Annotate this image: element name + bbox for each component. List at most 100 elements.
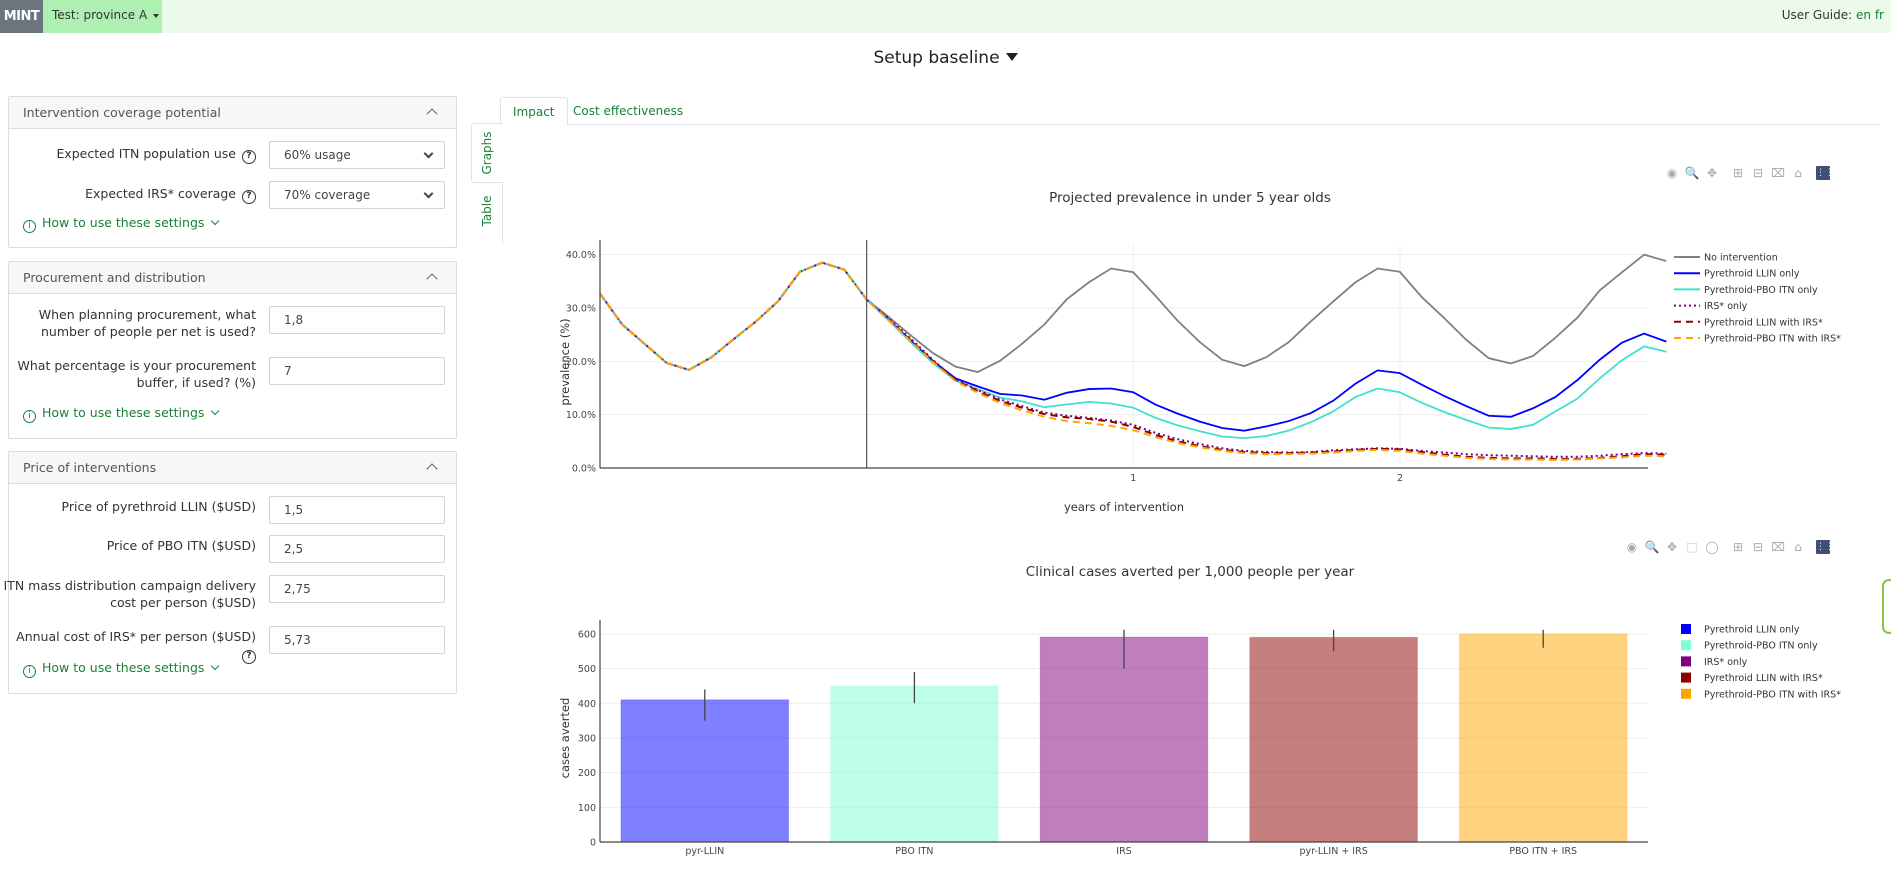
legend-item: IRS* only <box>1704 657 1748 668</box>
x-tick-label: PBO ITN <box>895 846 933 857</box>
irs-cost-input[interactable]: 5,73 <box>269 626 445 654</box>
itn-use-select[interactable]: 60% usage <box>269 141 445 169</box>
field-label: Annual cost of IRS* per person ($USD)? <box>16 628 256 664</box>
camera-icon[interactable]: ◉ <box>1664 165 1680 181</box>
x-tick-label: IRS <box>1116 846 1131 857</box>
result-tabs: Impact Cost effectiveness <box>500 97 1880 126</box>
series-line <box>599 261 1667 460</box>
legend-swatch <box>1681 656 1691 667</box>
irs-coverage-select[interactable]: 70% coverage <box>269 181 445 209</box>
procurement-buffer-input[interactable]: 7 <box>269 357 445 385</box>
legend-swatch <box>1681 688 1691 699</box>
reset-axes-icon[interactable]: ⌂ <box>1790 165 1806 181</box>
how-to-label: How to use these settings <box>42 215 205 230</box>
autoscale-icon[interactable]: ⌧ <box>1770 539 1786 555</box>
series-line <box>599 261 1667 462</box>
how-to-use-toggle[interactable]: i How to use these settings <box>23 405 220 423</box>
tab-cost-effectiveness[interactable]: Cost effectiveness <box>561 97 695 126</box>
tab-graphs[interactable]: Graphs <box>471 123 503 183</box>
y-tick-label: 20.0% <box>566 357 596 368</box>
chevron-down-icon <box>423 188 434 199</box>
bar <box>1458 633 1628 843</box>
zoom-in-icon[interactable]: ⊞ <box>1730 539 1746 555</box>
y-tick-label: 0.0% <box>572 464 596 475</box>
baseline-dropdown[interactable]: Setup baseline <box>0 48 1891 68</box>
field-label: ITN mass distribution campaign delivery … <box>3 578 257 610</box>
help-icon[interactable]: ? <box>242 150 256 164</box>
panel-header[interactable]: Intervention coverage potential <box>9 97 456 129</box>
how-to-use-toggle[interactable]: i How to use these settings <box>23 660 220 678</box>
lasso-select-icon[interactable]: ◯ <box>1704 539 1720 555</box>
chevron-down-icon <box>211 661 220 671</box>
tab-impact[interactable]: Impact <box>500 97 568 126</box>
chevron-down-icon <box>423 148 434 159</box>
zoom-icon[interactable]: 🔍 <box>1644 539 1660 555</box>
y-tick-label: 0 <box>590 838 596 849</box>
zoom-icon[interactable]: 🔍 <box>1684 165 1700 181</box>
user-guide-fr-link[interactable]: fr <box>1875 8 1884 22</box>
panel-header[interactable]: Procurement and distribution <box>9 262 456 294</box>
legend-item: Pyrethroid-PBO ITN only <box>1704 285 1818 296</box>
pan-icon[interactable]: ✥ <box>1704 165 1720 181</box>
y-tick-label: 600 <box>578 629 596 640</box>
how-to-label: How to use these settings <box>42 660 205 675</box>
tab-table[interactable]: Table <box>471 185 503 237</box>
zoom-out-icon[interactable]: ⊟ <box>1750 165 1766 181</box>
user-guide: User Guide: en fr <box>1782 0 1884 31</box>
panel-header[interactable]: Price of interventions <box>9 452 456 484</box>
how-to-use-toggle[interactable]: i How to use these settings <box>23 215 220 233</box>
y-axis-label: prevalence (%) <box>558 318 572 405</box>
bar <box>620 699 790 843</box>
project-name: Test: province A <box>52 8 148 22</box>
x-tick-label: 1 <box>1130 473 1136 484</box>
y-tick-label: 30.0% <box>566 304 596 315</box>
feedback-widget[interactable] <box>1882 579 1891 634</box>
autoscale-icon[interactable]: ⌧ <box>1770 165 1786 181</box>
bar <box>830 685 999 843</box>
field-label: Expected IRS* coverage? <box>16 185 256 204</box>
plotly-logo-icon[interactable]: ⋮⋮ <box>1816 540 1834 554</box>
info-icon: i <box>23 665 36 678</box>
chart-title: Projected prevalence in under 5 year old… <box>1049 190 1331 206</box>
y-tick-label: 10.0% <box>566 410 596 421</box>
pan-icon[interactable]: ✥ <box>1664 539 1680 555</box>
how-to-label: How to use these settings <box>42 405 205 420</box>
legend-item: Pyrethroid LLIN with IRS* <box>1704 673 1823 684</box>
tab-table-label: Table <box>480 195 494 227</box>
brand-logo[interactable]: MINT <box>0 0 43 33</box>
user-guide-en-link[interactable]: en <box>1856 8 1871 22</box>
field-label: When planning procurement, what number o… <box>38 307 256 339</box>
legend-item: No intervention <box>1704 253 1778 264</box>
panel-prices: Price of interventions Price of pyrethro… <box>4 451 457 694</box>
panel-intervention-coverage: Intervention coverage potential Expected… <box>8 96 457 248</box>
series-line <box>599 261 1667 432</box>
camera-icon[interactable]: ◉ <box>1624 539 1640 555</box>
caret-down-icon <box>153 13 160 18</box>
top-navbar: MINT Test: province A User Guide: en fr <box>0 0 1891 33</box>
x-tick-label: 2 <box>1397 473 1403 484</box>
help-icon[interactable]: ? <box>242 650 256 664</box>
people-per-net-input[interactable]: 1,8 <box>269 306 445 334</box>
legend-item: Pyrethroid LLIN with IRS* <box>1704 317 1823 328</box>
chevron-down-icon <box>211 406 220 416</box>
legend-item: Pyrethroid-PBO ITN with IRS* <box>1704 689 1841 700</box>
bar <box>1039 636 1209 843</box>
bar <box>1249 636 1418 843</box>
field-label: Price of PBO ITN ($USD) <box>106 538 256 553</box>
box-select-icon[interactable]: ⬚ <box>1684 539 1700 555</box>
plotly-logo-icon[interactable]: ⋮⋮ <box>1816 166 1834 180</box>
panel-title: Price of interventions <box>23 460 157 475</box>
project-dropdown[interactable]: Test: province A <box>43 0 162 33</box>
delivery-cost-input[interactable]: 2,75 <box>269 575 445 603</box>
x-axis-label: years of intervention <box>1064 500 1184 514</box>
zoom-out-icon[interactable]: ⊟ <box>1750 539 1766 555</box>
pbo-price-input[interactable]: 2,5 <box>269 535 445 563</box>
series-line <box>599 261 1667 458</box>
llin-price-input[interactable]: 1,5 <box>269 496 445 524</box>
select-value: 70% coverage <box>284 188 371 202</box>
legend-item: Pyrethroid-PBO ITN only <box>1704 641 1818 652</box>
help-icon[interactable]: ? <box>242 190 256 204</box>
zoom-in-icon[interactable]: ⊞ <box>1730 165 1746 181</box>
reset-axes-icon[interactable]: ⌂ <box>1790 539 1806 555</box>
info-icon: i <box>23 220 36 233</box>
